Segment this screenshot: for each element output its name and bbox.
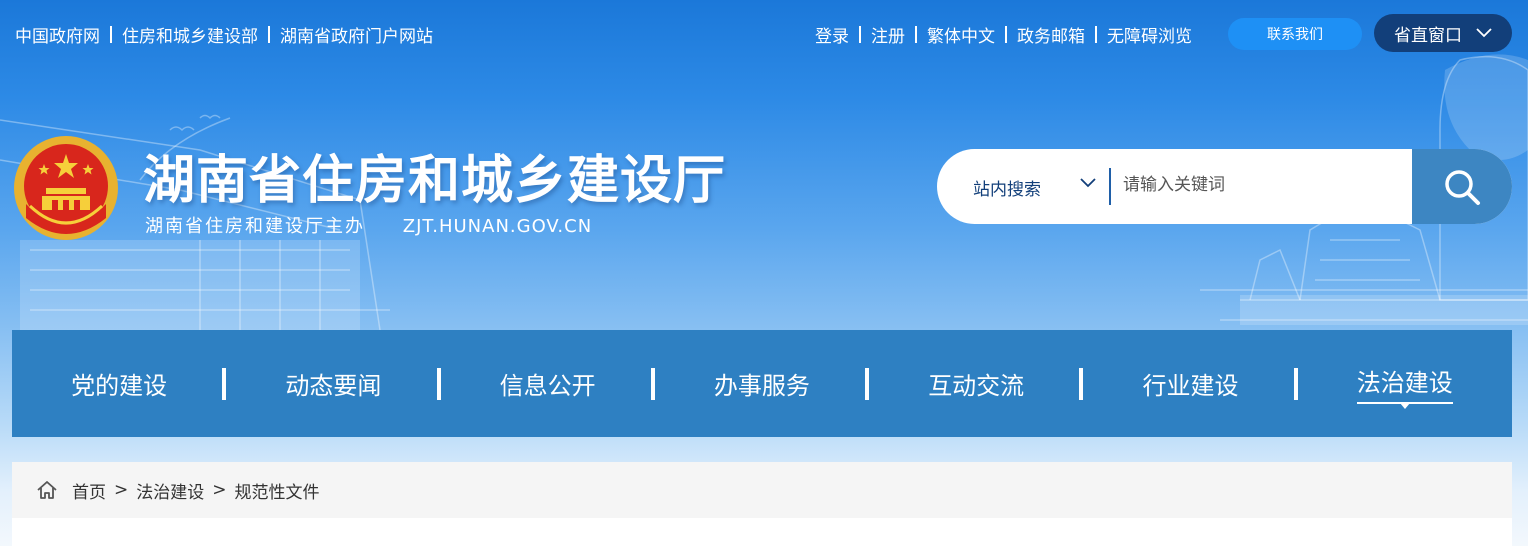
register-link[interactable]: 注册 (871, 22, 905, 47)
search-scope-select[interactable]: 站内搜索 (973, 175, 1041, 200)
breadcrumb-current: 规范性文件 (234, 482, 320, 503)
breadcrumb-rule-of-law[interactable]: 法治建设 (136, 478, 204, 503)
nav-item-party-building[interactable]: 党的建设 (12, 330, 227, 437)
emblem-icon (14, 136, 118, 240)
divider (268, 26, 270, 43)
divider (1095, 26, 1097, 43)
breadcrumb-separator: > (114, 480, 129, 500)
chevron-down-icon (1476, 28, 1492, 38)
nav-label: 信息公开 (499, 372, 596, 400)
breadcrumb-home[interactable]: 首页 (72, 478, 106, 503)
search-divider (1109, 168, 1111, 205)
site-title: 湖南省住房和城乡建设厅 (143, 151, 727, 211)
search-box: 站内搜索 (937, 149, 1512, 224)
breadcrumb: 首页 > 法治建设 > 规范性文件 (12, 462, 1512, 518)
content-area (12, 518, 1512, 546)
site-domain: ZJT.HUNAN.GOV.CN (402, 216, 593, 237)
traditional-chinese-link[interactable]: 繁体中文 (927, 22, 995, 47)
accessibility-link[interactable]: 无障碍浏览 (1107, 22, 1192, 47)
nav-item-rule-of-law[interactable]: 法治建设 (1298, 330, 1512, 437)
chevron-down-icon[interactable] (1080, 178, 1096, 188)
active-caret-icon (1399, 403, 1410, 409)
link-hunan-gov[interactable]: 湖南省政府门户网站 (280, 22, 433, 47)
gov-email-link[interactable]: 政务邮箱 (1017, 22, 1085, 47)
divider (1005, 26, 1007, 43)
nav-item-news[interactable]: 动态要闻 (226, 330, 441, 437)
nav-label: 办事服务 (713, 372, 810, 400)
nav-label-active: 法治建设 (1356, 363, 1453, 404)
divider (859, 26, 861, 43)
contact-us-button[interactable]: 联系我们 (1228, 18, 1362, 50)
link-mohurd[interactable]: 住房和城乡建设部 (122, 22, 258, 47)
search-button[interactable] (1412, 149, 1512, 224)
divider (110, 26, 112, 43)
nav-label: 互动交流 (928, 372, 1025, 400)
nav-label: 党的建设 (71, 372, 168, 400)
breadcrumb-separator: > (212, 480, 227, 500)
province-window-button[interactable]: 省直窗口 (1374, 14, 1512, 52)
login-link[interactable]: 登录 (815, 22, 849, 47)
top-left-links: 中国政府网 住房和城乡建设部 湖南省政府门户网站 (15, 22, 433, 47)
site-subtitle: 湖南省住房和建设厅主办 (145, 216, 365, 237)
national-emblem-logo (12, 134, 120, 242)
search-input[interactable] (1123, 167, 1403, 203)
search-icon (1445, 169, 1480, 205)
nav-label: 行业建设 (1142, 372, 1239, 400)
nav-item-services[interactable]: 办事服务 (655, 330, 870, 437)
divider (915, 26, 917, 43)
nav-label: 动态要闻 (285, 372, 382, 400)
home-icon[interactable] (36, 480, 58, 500)
nav-item-industry[interactable]: 行业建设 (1083, 330, 1298, 437)
link-gov-cn[interactable]: 中国政府网 (15, 22, 100, 47)
site-subtitle-row: 湖南省住房和建设厅主办 ZJT.HUNAN.GOV.CN (145, 212, 592, 238)
province-window-label: 省直窗口 (1394, 25, 1462, 46)
main-nav: 党的建设 动态要闻 信息公开 办事服务 互动交流 行业建设 法治建设 (12, 330, 1512, 437)
nav-item-info-disclosure[interactable]: 信息公开 (441, 330, 656, 437)
top-right-links: 登录 注册 繁体中文 政务邮箱 无障碍浏览 (815, 22, 1192, 47)
nav-item-interaction[interactable]: 互动交流 (869, 330, 1084, 437)
